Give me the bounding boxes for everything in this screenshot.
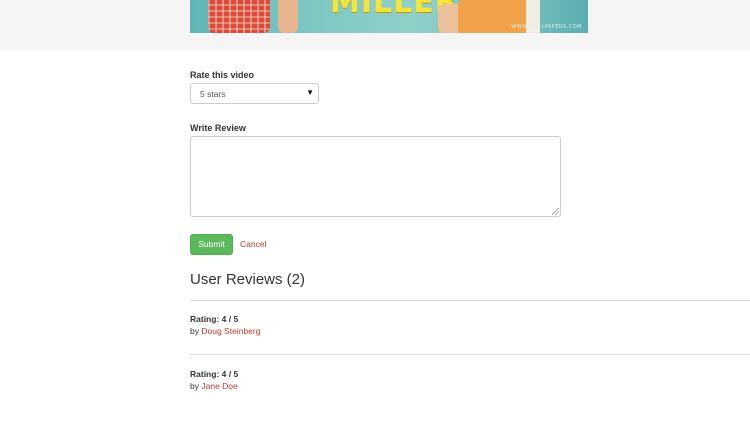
review-author-line: by Doug Steinberg	[190, 326, 260, 336]
rating-select[interactable]: 5 stars ▼	[190, 83, 319, 104]
divider	[190, 354, 750, 355]
poster-figure-left	[208, 0, 270, 33]
review-textarea[interactable]	[190, 136, 561, 217]
poster-figure-arm	[278, 0, 298, 33]
caret-down-icon: ▼	[306, 88, 314, 97]
review-by-label: by	[190, 381, 199, 391]
review-label: Write Review	[190, 123, 246, 133]
poster-watermark: WWW.WALLPAPERS.COM	[511, 24, 582, 30]
user-reviews-heading: User Reviews (2)	[190, 271, 306, 288]
review-rating: Rating: 4 / 5	[190, 369, 239, 379]
resize-grip-icon[interactable]	[552, 208, 559, 215]
submit-button[interactable]: Submit	[190, 234, 233, 255]
video-poster: MILLERS WWW.WALLPAPERS.COM	[190, 0, 588, 33]
divider	[190, 300, 750, 301]
rating-label: Rate this video	[190, 70, 255, 80]
rating-select-value: 5 stars	[200, 89, 226, 99]
review-by-label: by	[190, 326, 199, 336]
review-author-line: by Jane Doe	[190, 381, 238, 391]
review-author-link[interactable]: Jane Doe	[201, 381, 237, 391]
cancel-link[interactable]: Cancel	[240, 239, 266, 249]
review-author-link[interactable]: Doug Steinberg	[201, 326, 260, 336]
review-rating: Rating: 4 / 5	[190, 314, 239, 324]
